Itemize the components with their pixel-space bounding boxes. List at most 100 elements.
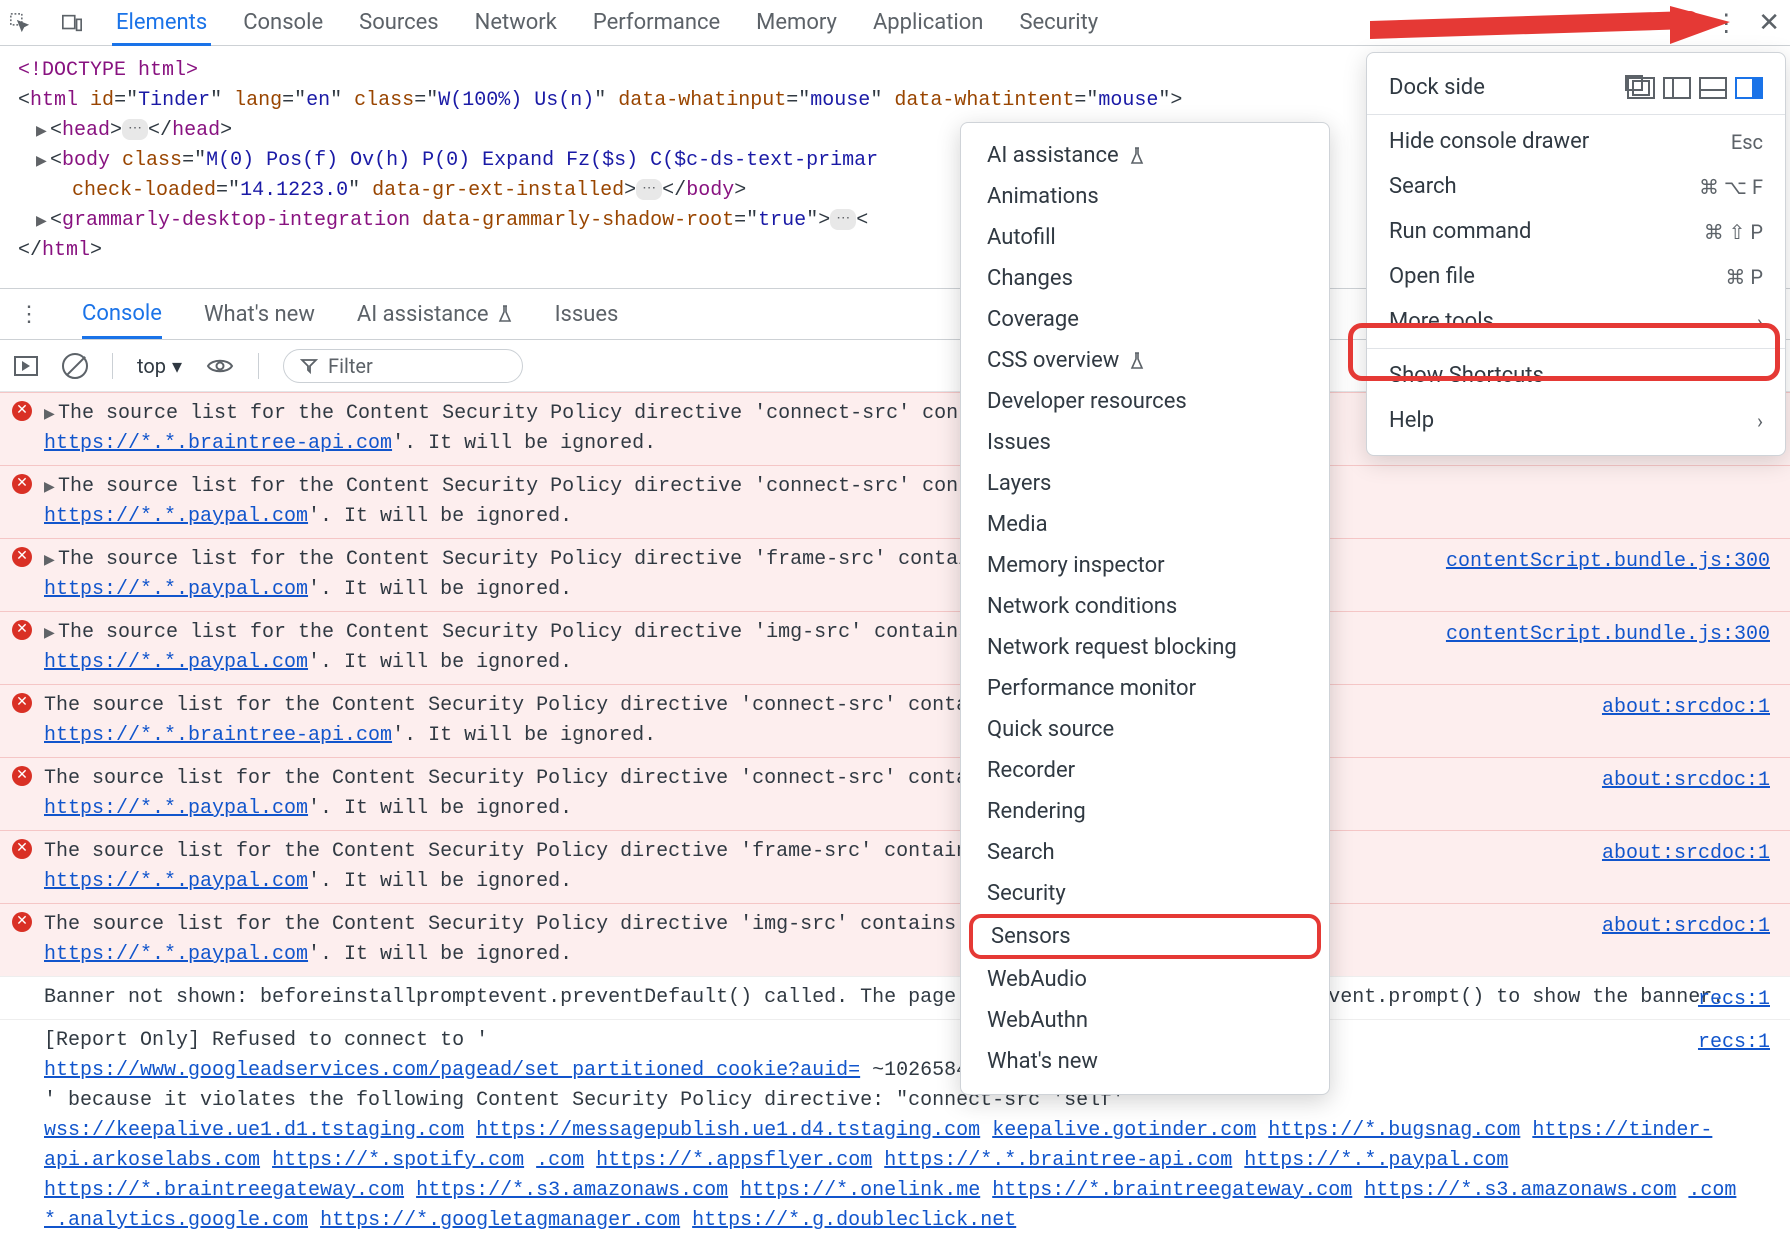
submenu-item-ai-assistance[interactable]: AI assistance <box>961 135 1329 176</box>
url-link[interactable]: .com <box>1688 1179 1736 1202</box>
source-link[interactable]: https://*.*.braintree-api.com <box>44 432 392 455</box>
source-location-link[interactable]: about:srcdoc:1 <box>1602 912 1770 942</box>
console-error-row[interactable]: ✕The source list for the Content Securit… <box>0 903 1790 976</box>
submenu-item-changes[interactable]: Changes <box>961 258 1329 299</box>
source-location-link[interactable]: about:srcdoc:1 <box>1602 839 1770 869</box>
inspect-icon[interactable] <box>8 11 32 35</box>
context-selector[interactable]: top ▾ <box>137 354 182 378</box>
source-location-link[interactable]: recs:1 <box>1698 1028 1770 1058</box>
device-toolbar-icon[interactable] <box>60 11 84 35</box>
tab-application[interactable]: Application <box>869 2 987 43</box>
dock-right-icon[interactable] <box>1735 77 1763 99</box>
console-error-row[interactable]: ✕▶ The source list for the Content Secur… <box>0 465 1790 538</box>
open-file-row[interactable]: Open file⌘ P <box>1367 254 1785 299</box>
console-error-row[interactable]: ✕The source list for the Content Securit… <box>0 757 1790 830</box>
dock-undock-icon[interactable] <box>1627 77 1655 99</box>
source-location-link[interactable]: contentScript.bundle.js:300 <box>1446 620 1770 650</box>
url-link[interactable]: *.analytics.google.com <box>44 1209 308 1232</box>
submenu-item-autofill[interactable]: Autofill <box>961 217 1329 258</box>
submenu-item-developer-resources[interactable]: Developer resources <box>961 381 1329 422</box>
url-link[interactable]: https://*.s3.amazonaws.com <box>416 1179 728 1202</box>
tab-elements[interactable]: Elements <box>112 2 211 46</box>
drawer-tab-whatsnew[interactable]: What's new <box>204 302 315 327</box>
submenu-item-recorder[interactable]: Recorder <box>961 750 1329 791</box>
source-link[interactable]: https://*.*.braintree-api.com <box>44 724 392 747</box>
submenu-item-coverage[interactable]: Coverage <box>961 299 1329 340</box>
submenu-item-performance-monitor[interactable]: Performance monitor <box>961 668 1329 709</box>
run-command-row[interactable]: Run command⌘ ⇧ P <box>1367 209 1785 254</box>
source-link[interactable]: https://*.*.paypal.com <box>44 578 308 601</box>
url-link[interactable]: keepalive.gotinder.com <box>992 1119 1256 1142</box>
submenu-item-security[interactable]: Security <box>961 873 1329 914</box>
filter-input[interactable]: Filter <box>283 349 523 383</box>
submenu-item-animations[interactable]: Animations <box>961 176 1329 217</box>
url-link[interactable]: https://*.spotify.com <box>272 1149 524 1172</box>
source-location-link[interactable]: contentScript.bundle.js:300 <box>1446 547 1770 577</box>
submenu-item-rendering[interactable]: Rendering <box>961 791 1329 832</box>
dock-bottom-icon[interactable] <box>1699 77 1727 99</box>
source-location-link[interactable]: about:srcdoc:1 <box>1602 766 1770 796</box>
console-log-row[interactable]: Banner not shown: beforeinstallprompteve… <box>0 976 1790 1019</box>
dock-left-icon[interactable] <box>1663 77 1691 99</box>
submenu-item-memory-inspector[interactable]: Memory inspector <box>961 545 1329 586</box>
url-link[interactable]: https://*.braintreegateway.com <box>44 1179 404 1202</box>
url-link[interactable]: https://*.braintreegateway.com <box>992 1179 1352 1202</box>
tab-performance[interactable]: Performance <box>589 2 724 43</box>
submenu-item-webauthn[interactable]: WebAuthn <box>961 1000 1329 1041</box>
close-icon[interactable]: ✕ <box>1758 8 1780 38</box>
drawer-tab-ai[interactable]: AI assistance <box>357 302 513 327</box>
tab-memory[interactable]: Memory <box>752 2 841 43</box>
drawer-tab-console[interactable]: Console <box>82 301 162 339</box>
url-link[interactable]: https://*.googletagmanager.com <box>320 1209 680 1232</box>
url-link[interactable]: https://*.s3.amazonaws.com <box>1364 1179 1676 1202</box>
submenu-item-network-request-blocking[interactable]: Network request blocking <box>961 627 1329 668</box>
url-link[interactable]: https://*.g.doubleclick.net <box>692 1209 1016 1232</box>
console-error-row[interactable]: ✕The source list for the Content Securit… <box>0 830 1790 903</box>
console-error-row[interactable]: ✕The source list for the Content Securit… <box>0 684 1790 757</box>
eye-icon[interactable] <box>206 357 234 375</box>
source-link[interactable]: https://*.*.paypal.com <box>44 797 308 820</box>
url-link[interactable]: https://*.bugsnag.com <box>1268 1119 1520 1142</box>
source-link[interactable]: https://*.*.paypal.com <box>44 943 308 966</box>
drawer-kebab-icon[interactable]: ⋮ <box>18 302 40 327</box>
submenu-item-css-overview[interactable]: CSS overview <box>961 340 1329 381</box>
source-location-link[interactable]: about:srcdoc:1 <box>1602 693 1770 723</box>
url-link[interactable]: https://*.appsflyer.com <box>596 1149 872 1172</box>
source-link[interactable]: https://*.*.paypal.com <box>44 651 308 674</box>
submenu-item-network-conditions[interactable]: Network conditions <box>961 586 1329 627</box>
url-link[interactable]: https://messagepublish.ue1.d4.tstaging.c… <box>476 1119 980 1142</box>
expand-icon[interactable]: ▶ <box>44 478 58 499</box>
tab-sources[interactable]: Sources <box>355 2 443 43</box>
url-link[interactable]: .com <box>536 1149 584 1172</box>
expand-icon[interactable]: ▶ <box>44 551 58 572</box>
submenu-item-layers[interactable]: Layers <box>961 463 1329 504</box>
submenu-item-webaudio[interactable]: WebAudio <box>961 959 1329 1000</box>
tab-console[interactable]: Console <box>239 2 327 43</box>
submenu-item-media[interactable]: Media <box>961 504 1329 545</box>
submenu-item-quick-source[interactable]: Quick source <box>961 709 1329 750</box>
tab-network[interactable]: Network <box>471 2 561 43</box>
url-link[interactable]: https://*.onelink.me <box>740 1179 980 1202</box>
submenu-item-what's-new[interactable]: What's new <box>961 1041 1329 1082</box>
submenu-item-search[interactable]: Search <box>961 832 1329 873</box>
submenu-item-issues[interactable]: Issues <box>961 422 1329 463</box>
url-link[interactable]: https://*.*.braintree-api.com <box>884 1149 1232 1172</box>
console-log-row[interactable]: [Report Only] Refused to connect to 'rec… <box>0 1019 1790 1242</box>
hide-drawer-row[interactable]: Hide console drawerEsc <box>1367 119 1785 164</box>
submenu-item-sensors[interactable]: Sensors <box>969 914 1321 959</box>
tab-security[interactable]: Security <box>1015 2 1102 43</box>
source-link[interactable]: https://*.*.paypal.com <box>44 870 308 893</box>
clear-console-icon[interactable] <box>62 353 88 379</box>
source-link[interactable]: https://*.*.paypal.com <box>44 505 308 528</box>
show-sidebar-icon[interactable] <box>14 356 38 376</box>
search-row[interactable]: Search⌘ ⌥ F <box>1367 164 1785 209</box>
expand-icon[interactable]: ▶ <box>44 624 58 645</box>
url-link[interactable]: https://www.googleadservices.com/pagead/… <box>44 1059 860 1082</box>
expand-icon[interactable]: ▶ <box>44 405 58 426</box>
drawer-tab-issues[interactable]: Issues <box>555 302 619 327</box>
help-row[interactable]: Help› <box>1367 398 1785 443</box>
url-link[interactable]: https://*.*.paypal.com <box>1244 1149 1508 1172</box>
url-link[interactable]: wss://keepalive.ue1.d1.tstaging.com <box>44 1119 464 1142</box>
console-error-row[interactable]: ✕▶ The source list for the Content Secur… <box>0 611 1790 684</box>
console-error-row[interactable]: ✕▶ The source list for the Content Secur… <box>0 538 1790 611</box>
